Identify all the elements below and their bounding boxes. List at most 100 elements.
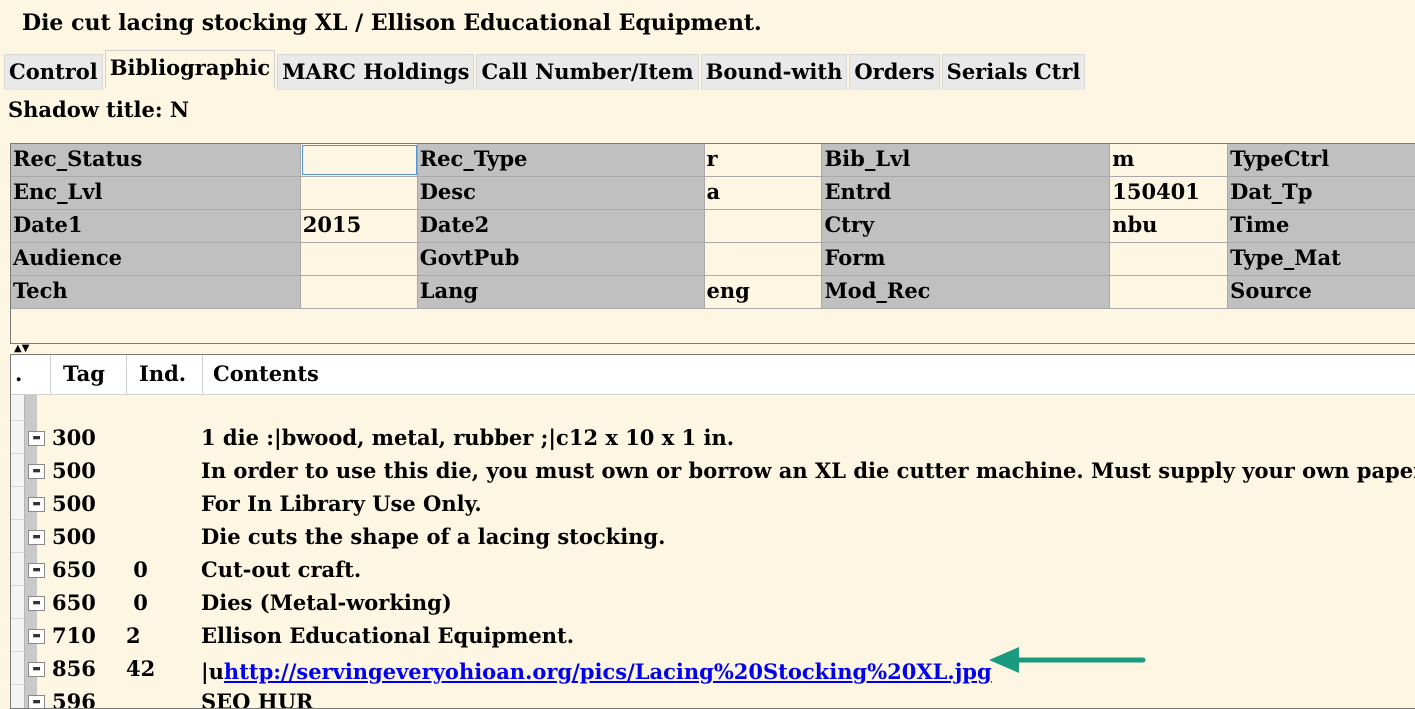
ind-cell: 42 [126, 656, 156, 681]
govtpub-field[interactable] [704, 243, 823, 275]
contents-cell[interactable]: Cut-out craft. [201, 553, 361, 586]
audience-field[interactable] [300, 243, 418, 275]
fixed-field-label: Rec_Type [417, 144, 705, 176]
ind-cell: 0 [126, 557, 148, 582]
fixed-field-label: Mod_Rec [822, 276, 1111, 308]
contents-cell[interactable]: For In Library Use Only. [201, 487, 482, 520]
expand-row-icon[interactable]: ▬ [28, 563, 45, 578]
fixed-fields-grid: Rec_Status Rec_Type r Bib_Lvl m TypeCtrl… [10, 143, 1415, 344]
tag-cell: 300 [52, 425, 96, 450]
expand-row-icon[interactable]: ▬ [28, 464, 45, 479]
fixed-fields-row: Date1 2015 Date2 Ctry nbu Time [11, 210, 1415, 243]
fixed-field-label: Form [822, 243, 1111, 275]
mod-rec-field[interactable] [1110, 276, 1229, 308]
fixed-field-label: Dat_Tp [1228, 177, 1415, 209]
expand-row-icon[interactable]: ▬ [28, 530, 45, 545]
contents-cell[interactable]: SEO HUR [201, 685, 313, 708]
bib-lvl-field[interactable]: m [1110, 144, 1229, 176]
tab-control[interactable]: Control [4, 54, 103, 90]
tab-marc-holdings[interactable]: MARC Holdings [277, 54, 475, 90]
table-row[interactable]: ▬ 500 In order to use this die, you must… [11, 454, 1415, 487]
contents-cell[interactable]: |uhttp://servingeveryohioan.org/pics/Lac… [201, 655, 992, 688]
image-url-link[interactable]: http://servingeveryohioan.org/pics/Lacin… [224, 659, 992, 684]
expand-row-icon[interactable]: ▬ [28, 629, 45, 644]
table-row[interactable]: ▬ 650 0 Cut-out craft. [11, 553, 1415, 586]
table-row[interactable]: ▬ 856 42 |uhttp://servingeveryohioan.org… [11, 652, 1415, 685]
rec-status-field[interactable] [300, 144, 418, 176]
fixed-field-label: Tech [11, 276, 301, 308]
table-row[interactable]: ▬ 710 2 Ellison Educational Equipment. [11, 619, 1415, 652]
enc-lvl-field[interactable] [300, 177, 418, 209]
variable-fields-header: . Tag Ind. Contents [11, 355, 1415, 395]
table-row[interactable]: ▬ 500 Die cuts the shape of a lacing sto… [11, 520, 1415, 553]
tag-cell: 500 [52, 458, 96, 483]
splitter-handle-icon[interactable]: ▲▼ [14, 344, 29, 354]
subfield-prefix: |u [201, 659, 224, 684]
entrd-field[interactable]: 150401 [1110, 177, 1229, 209]
record-title-bar: Die cut lacing stocking XL / Ellison Edu… [0, 0, 1415, 44]
contents-cell[interactable]: 1 die :|bwood, metal, rubber ;|c12 x 10 … [201, 421, 734, 454]
fixed-field-label: Entrd [822, 177, 1111, 209]
tag-cell: 650 [52, 557, 96, 582]
fixed-field-label: Source [1228, 276, 1415, 308]
column-header-tag[interactable]: Tag [51, 355, 127, 394]
tag-cell: 500 [52, 491, 96, 516]
record-title: Die cut lacing stocking XL / Ellison Edu… [22, 10, 762, 36]
tech-field[interactable] [300, 276, 418, 308]
rec-type-field[interactable]: r [704, 144, 823, 176]
ctry-field[interactable]: nbu [1110, 210, 1229, 242]
fixed-field-label: Rec_Status [11, 144, 301, 176]
tab-orders[interactable]: Orders [849, 54, 940, 90]
table-row[interactable]: ▬ 500 For In Library Use Only. [11, 487, 1415, 520]
tag-cell: 650 [52, 590, 96, 615]
fixed-fields-row: Tech Lang eng Mod_Rec Source [11, 276, 1415, 309]
fixed-field-label: Date1 [11, 210, 301, 242]
table-row[interactable]: ▬ 596 SEO HUR [11, 685, 1415, 709]
fixed-field-label: TypeCtrl [1228, 144, 1415, 176]
column-header-select[interactable]: . [11, 355, 51, 394]
expand-row-icon[interactable]: ▬ [28, 695, 45, 708]
expand-row-icon[interactable]: ▬ [28, 662, 45, 677]
tab-bound-with[interactable]: Bound-with [700, 54, 848, 90]
column-header-contents[interactable]: Contents [203, 355, 1415, 394]
lang-field[interactable]: eng [704, 276, 823, 308]
shadow-title: Shadow title: N [8, 97, 190, 122]
tag-cell: 500 [52, 524, 96, 549]
column-header-ind[interactable]: Ind. [127, 355, 203, 394]
fixed-field-label: Bib_Lvl [822, 144, 1111, 176]
fixed-field-label: Time [1228, 210, 1415, 242]
fixed-field-label: Date2 [417, 210, 705, 242]
form-field[interactable] [1110, 243, 1229, 275]
variable-fields-grid: ▬ 300 1 die :|bwood, metal, rubber ;|c12… [10, 354, 1415, 709]
fixed-field-label: Lang [417, 276, 705, 308]
fixed-field-label: Type_Mat [1228, 243, 1415, 275]
contents-cell[interactable]: Dies (Metal-working) [201, 586, 452, 619]
date2-field[interactable] [704, 210, 823, 242]
annotation-arrow-icon [989, 647, 1146, 673]
fixed-field-label: Audience [11, 243, 301, 275]
tag-cell: 710 [52, 623, 96, 648]
tab-bibliographic[interactable]: Bibliographic [104, 50, 276, 88]
tab-serials-ctrl[interactable]: Serials Ctrl [941, 54, 1086, 90]
tab-call-number-item[interactable]: Call Number/Item [476, 54, 699, 90]
tag-cell: 596 [52, 689, 96, 709]
fixed-field-label: Ctry [822, 210, 1111, 242]
ind-cell: 0 [126, 590, 148, 615]
tab-bar: Control Bibliographic MARC Holdings Call… [4, 50, 1087, 90]
desc-field[interactable]: a [704, 177, 823, 209]
contents-cell[interactable]: Ellison Educational Equipment. [201, 619, 574, 652]
table-row[interactable]: ▬ 650 0 Dies (Metal-working) [11, 586, 1415, 619]
fixed-fields-row: Audience GovtPub Form Type_Mat [11, 243, 1415, 276]
ind-cell: 2 [126, 623, 141, 648]
expand-row-icon[interactable]: ▬ [28, 497, 45, 512]
contents-cell[interactable]: Die cuts the shape of a lacing stocking. [201, 520, 665, 553]
fixed-fields-row: Rec_Status Rec_Type r Bib_Lvl m TypeCtrl [11, 144, 1415, 177]
contents-cell[interactable]: In order to use this die, you must own o… [201, 454, 1415, 487]
expand-row-icon[interactable]: ▬ [28, 431, 45, 446]
date1-field[interactable]: 2015 [300, 210, 418, 242]
fixed-field-label: Enc_Lvl [11, 177, 301, 209]
expand-row-icon[interactable]: ▬ [28, 596, 45, 611]
table-row[interactable]: ▬ 300 1 die :|bwood, metal, rubber ;|c12… [11, 421, 1415, 454]
tag-cell: 856 [52, 656, 96, 681]
variable-fields-body: ▬ 300 1 die :|bwood, metal, rubber ;|c12… [11, 388, 1415, 709]
